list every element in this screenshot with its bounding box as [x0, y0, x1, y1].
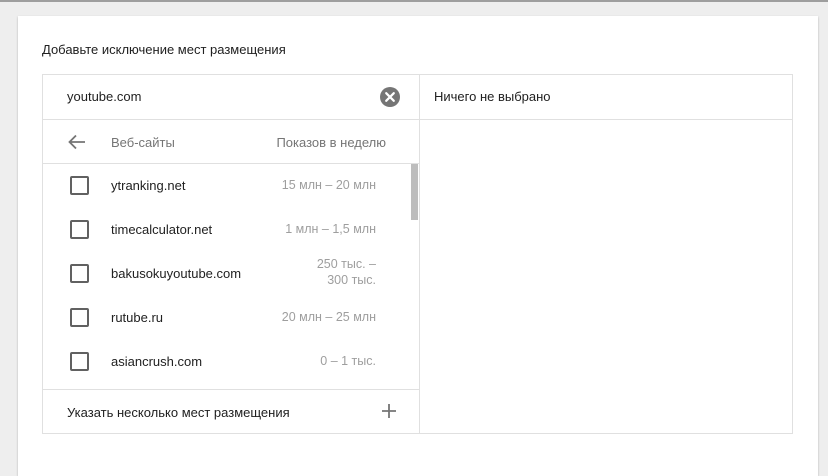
checkbox[interactable] [70, 264, 89, 283]
site-name: timecalculator.net [111, 222, 213, 237]
checkbox[interactable] [70, 176, 89, 195]
selected-panel: Ничего не выбрано [419, 75, 792, 433]
list-item[interactable]: rutube.ru 20 млн – 25 млн [43, 296, 409, 340]
search-field[interactable]: youtube.com [43, 75, 419, 120]
scrollbar-thumb[interactable] [411, 164, 418, 220]
impressions-value: 15 млн – 20 млн [281, 178, 376, 192]
checkbox[interactable] [70, 220, 89, 239]
search-panel: youtube.com Веб-сайты Показов в неделю y… [43, 75, 420, 433]
column-header-impressions: Показов в неделю [276, 135, 386, 150]
list-header: Веб-сайты Показов в неделю [43, 120, 419, 164]
arrow-left-icon[interactable] [68, 133, 86, 151]
impressions-value-line2: 300 тыс. [327, 273, 376, 287]
search-input-value[interactable]: youtube.com [67, 89, 141, 104]
list-item[interactable]: timecalculator.net 1 млн – 1,5 млн [43, 208, 409, 252]
site-name: ytranking.net [111, 178, 186, 193]
placement-exclusion-card: Добавьте исключение мест размещения yout… [18, 16, 818, 476]
clear-search-icon[interactable] [380, 87, 400, 107]
impressions-value-line1: 250 тыс. – [316, 257, 376, 271]
add-multiple-placements-label: Указать несколько мест размещения [67, 405, 290, 420]
impressions-value: 0 – 1 тыс. [320, 354, 376, 368]
list-scrollbar[interactable] [410, 164, 419, 389]
site-name: bakusokuyoutube.com [111, 266, 242, 281]
list-item[interactable]: asiancrush.com 0 – 1 тыс. [43, 340, 409, 384]
site-name: asiancrush.com [111, 354, 203, 369]
checkbox[interactable] [70, 352, 89, 371]
site-list: ytranking.net 15 млн – 20 млн timecalcul… [43, 164, 419, 389]
plus-icon[interactable] [381, 403, 397, 419]
site-name: rutube.ru [111, 310, 164, 325]
add-multiple-placements-button[interactable]: Указать несколько мест размещения [43, 389, 419, 434]
list-item[interactable]: bakusokuyoutube.com 250 тыс. – 300 тыс. [43, 252, 409, 296]
column-header-sites: Веб-сайты [111, 135, 175, 150]
selected-panel-header: Ничего не выбрано [419, 75, 792, 120]
top-edge-divider [0, 0, 828, 2]
card-title: Добавьте исключение мест размещения [42, 42, 286, 57]
placement-picker: youtube.com Веб-сайты Показов в неделю y… [42, 74, 793, 434]
impressions-value: 20 млн – 25 млн [281, 310, 376, 324]
nothing-selected-text: Ничего не выбрано [434, 89, 551, 104]
list-item[interactable]: ytranking.net 15 млн – 20 млн [43, 164, 409, 208]
checkbox[interactable] [70, 308, 89, 327]
impressions-value: 1 млн – 1,5 млн [285, 222, 376, 236]
